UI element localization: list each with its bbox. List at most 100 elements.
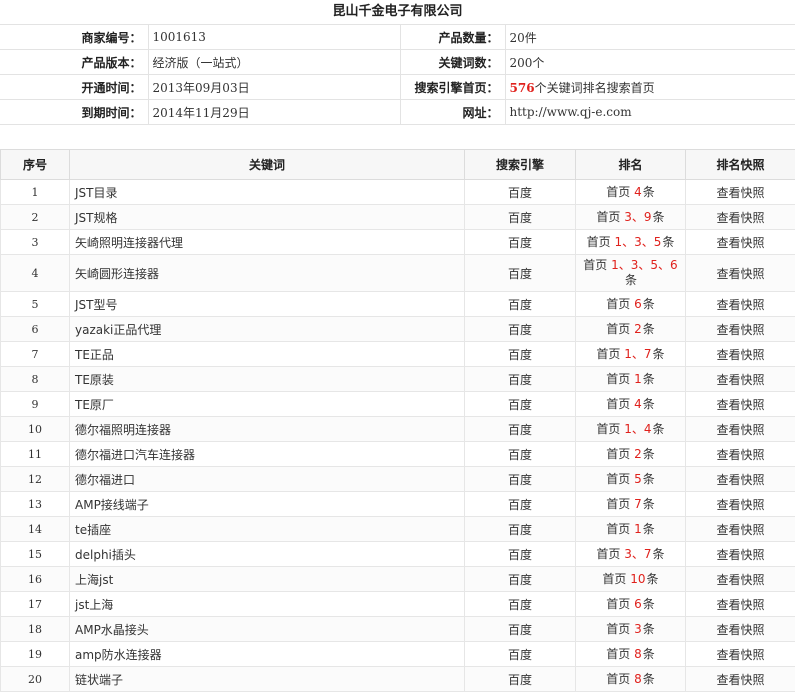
view-snapshot-link[interactable]: 查看快照 [716,348,764,362]
snapshot-cell: 查看快照 [686,642,795,667]
rank-suffix: 条 [653,347,665,361]
rank-text: 首页 2条 [606,322,655,337]
view-snapshot-link[interactable]: 查看快照 [716,448,764,462]
row-number: 5 [1,292,70,317]
rank-cell: 首页 3、9条 [576,205,686,230]
keyword-cell: 矢崎照明连接器代理 [70,230,465,255]
table-row: 12德尔福进口百度首页 5条查看快照 [1,467,795,492]
search-engine-cell: 百度 [465,317,576,342]
rank-suffix: 条 [653,422,665,436]
rank-prefix: 首页 [587,235,611,249]
view-snapshot-link[interactable]: 查看快照 [716,573,764,587]
search-engine-cell: 百度 [465,442,576,467]
url-label: 网址： [400,100,505,125]
rank-prefix: 首页 [606,447,630,461]
rank-suffix: 条 [643,397,655,411]
keyword-cell: 矢崎圆形连接器 [70,255,465,292]
col-header-snapshot: 排名快照 [686,150,795,180]
view-snapshot-link[interactable]: 查看快照 [716,523,764,537]
expire-date-value: 2014年11月29日 [148,100,400,125]
rank-prefix: 首页 [606,322,630,336]
rank-text: 首页 4条 [606,185,655,200]
view-snapshot-link[interactable]: 查看快照 [716,236,764,250]
rank-positions: 7 [634,497,642,511]
rank-suffix: 条 [647,572,659,586]
view-snapshot-link[interactable]: 查看快照 [716,211,764,225]
view-snapshot-link[interactable]: 查看快照 [716,548,764,562]
rank-text: 首页 6条 [606,597,655,612]
snapshot-cell: 查看快照 [686,205,795,230]
rank-suffix: 条 [625,273,637,287]
search-engine-cell: 百度 [465,342,576,367]
row-number: 18 [1,617,70,642]
search-suffix: 个关键词排名搜索首页 [535,81,655,95]
product-qty-label: 产品数量： [400,25,505,50]
row-number: 17 [1,592,70,617]
row-number: 20 [1,667,70,692]
rank-prefix: 首页 [606,472,630,486]
rank-positions: 1、3、5 [614,235,661,249]
snapshot-cell: 查看快照 [686,617,795,642]
view-snapshot-link[interactable]: 查看快照 [716,498,764,512]
version-label: 产品版本： [0,50,148,75]
table-row: 10德尔福照明连接器百度首页 1、4条查看快照 [1,417,795,442]
keyword-cell: 链状端子 [70,667,465,692]
table-row: 8TE原装百度首页 1条查看快照 [1,367,795,392]
table-row: 18AMP水晶接头百度首页 3条查看快照 [1,617,795,642]
view-snapshot-link[interactable]: 查看快照 [716,323,764,337]
table-row: 15delphi插头百度首页 3、7条查看快照 [1,542,795,567]
view-snapshot-link[interactable]: 查看快照 [716,373,764,387]
rank-cell: 首页 1、3、5、6条 [576,255,686,292]
rank-cell: 首页 2条 [576,317,686,342]
rank-positions: 8 [634,647,642,661]
keyword-cell: te插座 [70,517,465,542]
rank-cell: 首页 6条 [576,592,686,617]
view-snapshot-link[interactable]: 查看快照 [716,398,764,412]
url-link[interactable]: http://www.qj-e.com [505,100,795,125]
info-row: 商家编号： 1001613 产品数量： 20件 [0,25,795,50]
table-row: 6yazaki正品代理百度首页 2条查看快照 [1,317,795,342]
rank-suffix: 条 [643,672,655,686]
rank-positions: 3、7 [624,547,651,561]
snapshot-cell: 查看快照 [686,392,795,417]
keyword-ranking-table: 序号 关键词 搜索引擎 排名 排名快照 1JST目录百度首页 4条查看快照2JS… [0,149,795,692]
view-snapshot-link[interactable]: 查看快照 [716,648,764,662]
view-snapshot-link[interactable]: 查看快照 [716,298,764,312]
rank-cell: 首页 8条 [576,642,686,667]
search-engine-cell: 百度 [465,542,576,567]
table-row: 1JST目录百度首页 4条查看快照 [1,180,795,205]
search-engine-cell: 百度 [465,292,576,317]
view-snapshot-link[interactable]: 查看快照 [716,473,764,487]
rank-positions: 4 [634,397,642,411]
snapshot-cell: 查看快照 [686,542,795,567]
snapshot-cell: 查看快照 [686,230,795,255]
rank-suffix: 条 [653,210,665,224]
keyword-cell: JST型号 [70,292,465,317]
rank-prefix: 首页 [606,185,630,199]
rank-prefix: 首页 [606,597,630,611]
view-snapshot-link[interactable]: 查看快照 [716,423,764,437]
col-header-rank: 排名 [576,150,686,180]
keyword-cell: TE原厂 [70,392,465,417]
table-row: 9TE原厂百度首页 4条查看快照 [1,392,795,417]
table-row: 20链状端子百度首页 8条查看快照 [1,667,795,692]
search-engine-cell: 百度 [465,367,576,392]
search-engine-cell: 百度 [465,180,576,205]
view-snapshot-link[interactable]: 查看快照 [716,267,764,281]
rank-cell: 首页 8条 [576,667,686,692]
keyword-cell: amp防水连接器 [70,642,465,667]
snapshot-cell: 查看快照 [686,467,795,492]
view-snapshot-link[interactable]: 查看快照 [716,186,764,200]
col-header-keyword: 关键词 [70,150,465,180]
view-snapshot-link[interactable]: 查看快照 [716,673,764,687]
rank-text: 首页 3条 [606,622,655,637]
view-snapshot-link[interactable]: 查看快照 [716,598,764,612]
rank-prefix: 首页 [606,372,630,386]
view-snapshot-link[interactable]: 查看快照 [716,623,764,637]
search-engine-cell: 百度 [465,517,576,542]
keyword-cell: AMP水晶接头 [70,617,465,642]
rank-text: 首页 7条 [606,497,655,512]
search-engine-cell: 百度 [465,205,576,230]
row-number: 6 [1,317,70,342]
keyword-cell: 德尔福进口 [70,467,465,492]
